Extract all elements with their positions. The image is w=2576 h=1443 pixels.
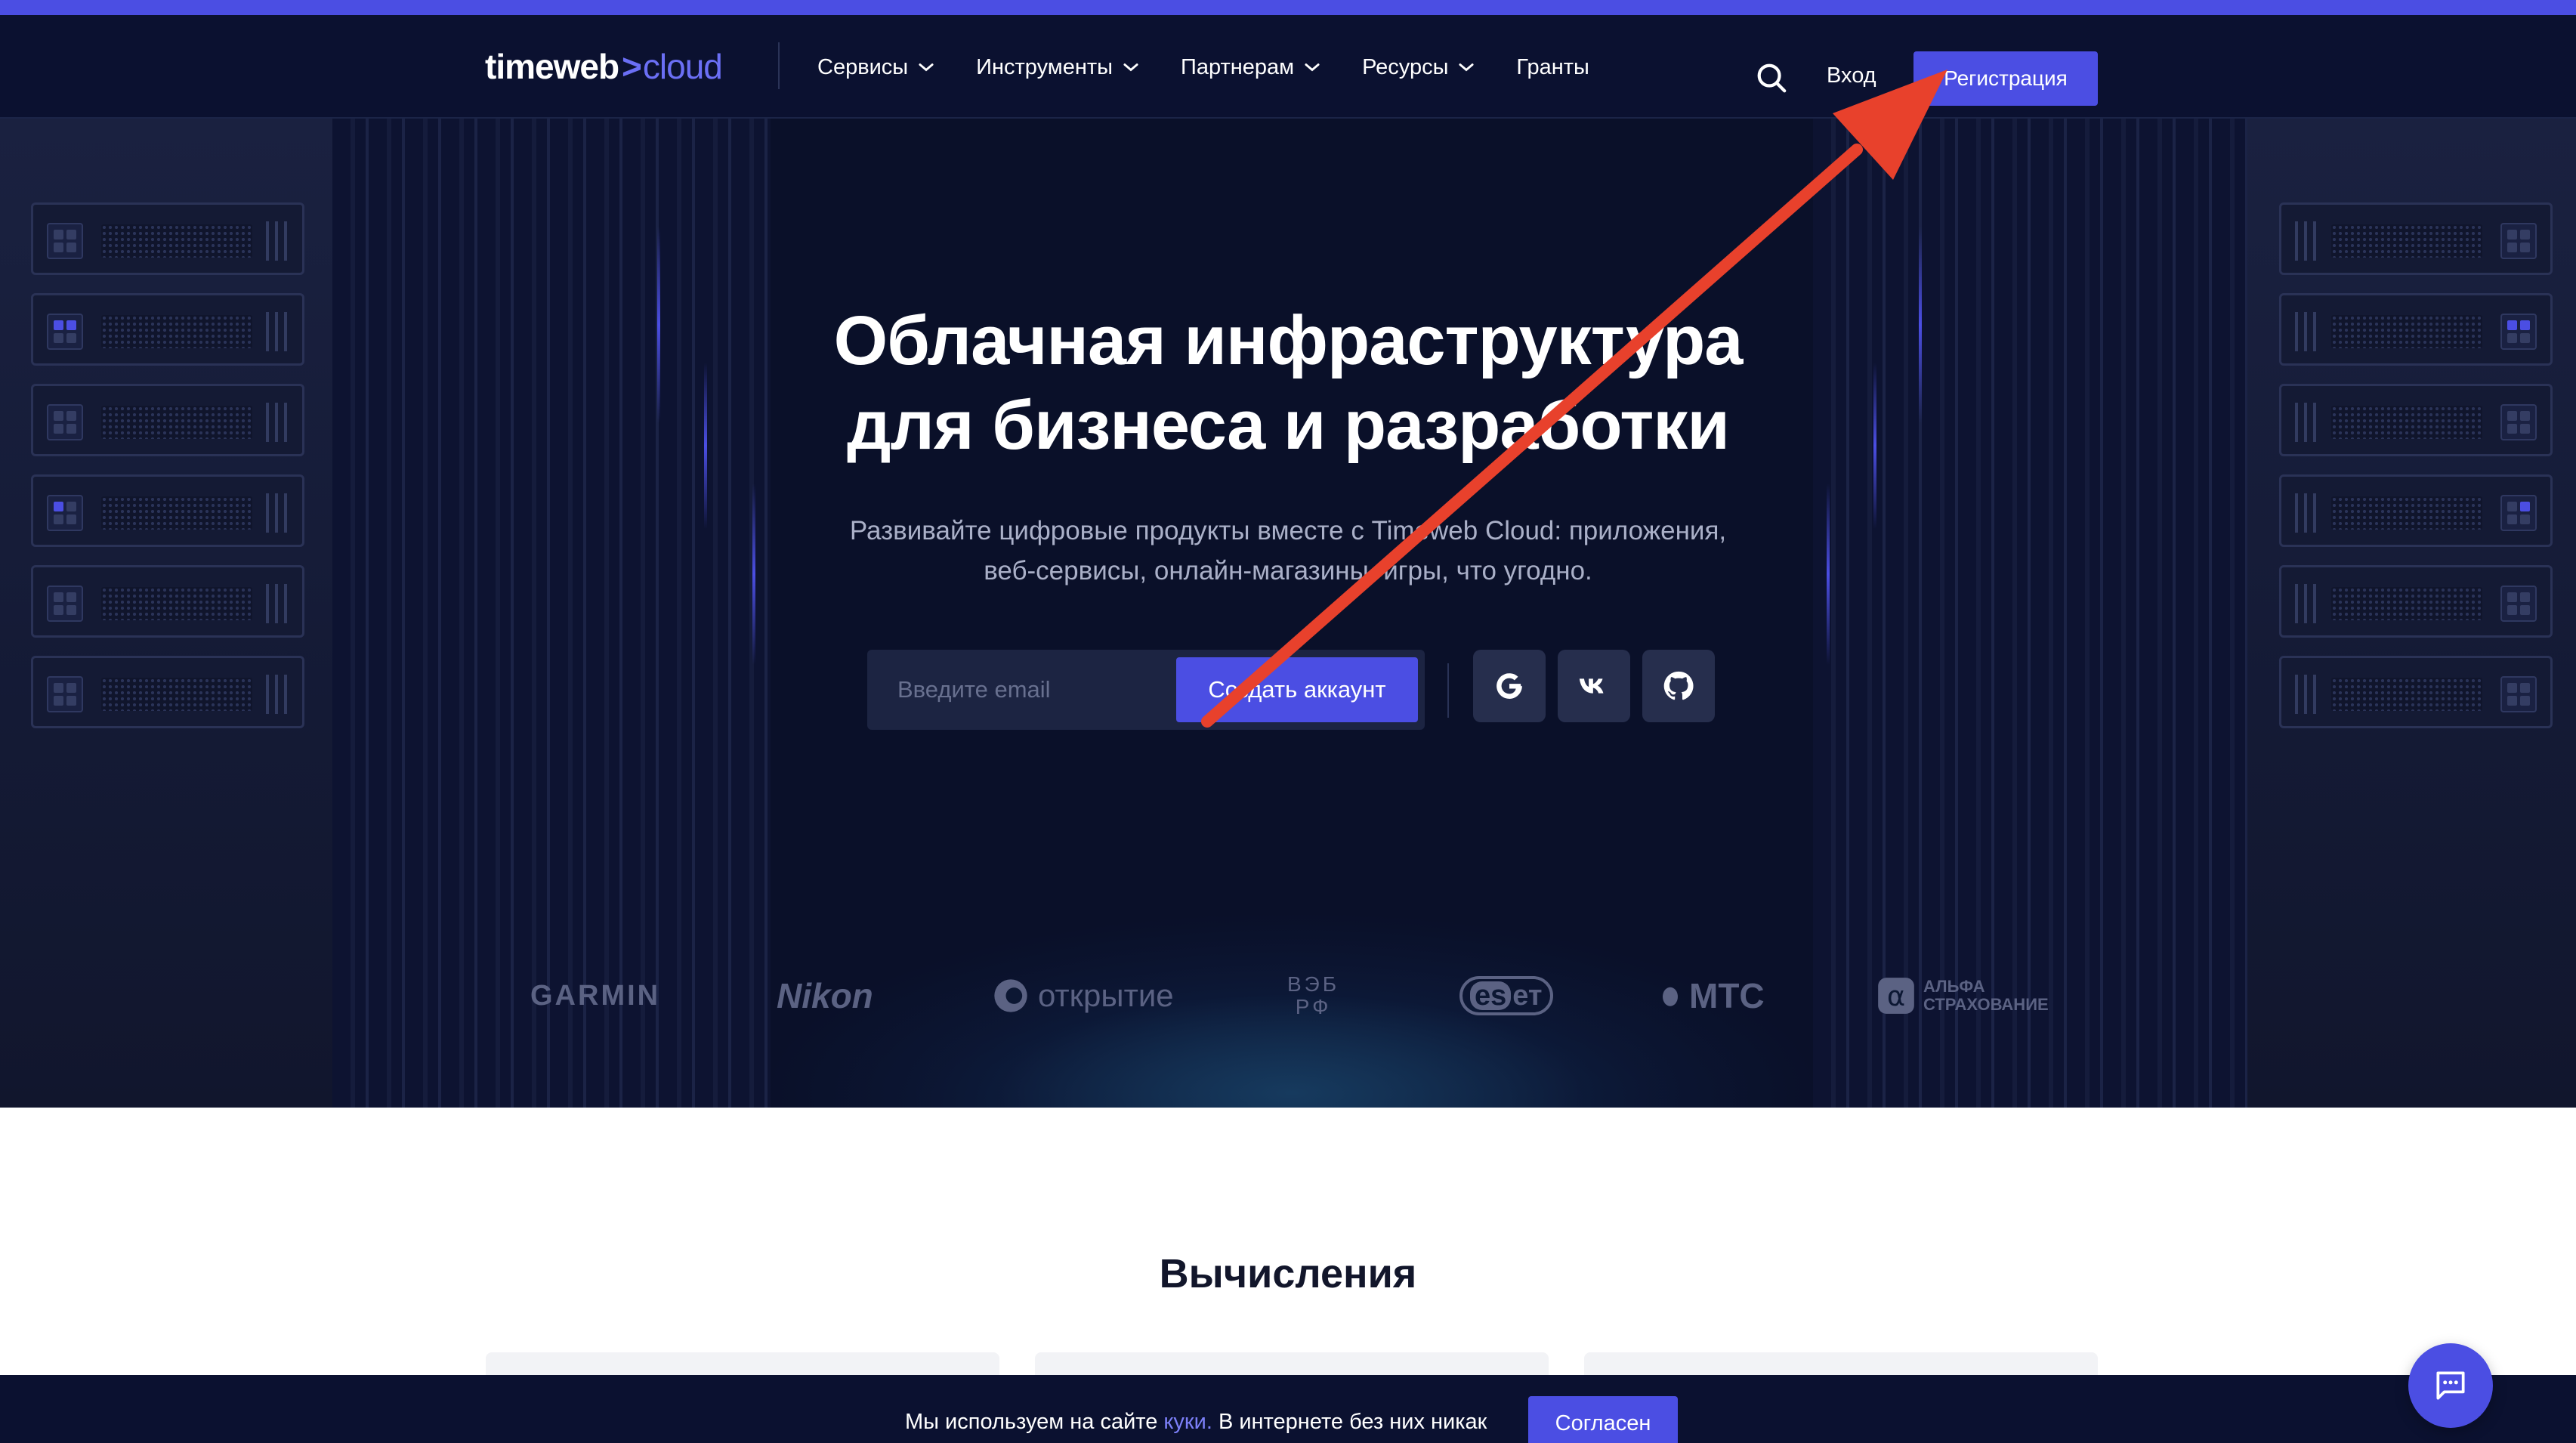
partner-name: МТС (1689, 976, 1765, 1015)
server-unit (31, 384, 304, 456)
cookie-text-part: Мы используем на сайте (905, 1410, 1164, 1434)
form-separator (1447, 663, 1449, 718)
chevron-down-icon (1305, 63, 1320, 72)
server-unit (2279, 202, 2553, 275)
menu-item-grants[interactable]: Гранты (1516, 48, 1589, 86)
server-unit (2279, 474, 2553, 547)
google-icon (1496, 673, 1522, 699)
server-unit (2279, 293, 2553, 366)
server-unit (2279, 384, 2553, 456)
rack-columns-left (332, 119, 771, 1108)
partner-name: ет (1512, 979, 1543, 1012)
menu-item-label: Гранты (1516, 54, 1589, 79)
partner-logos: GARMIN Nikon открытие ВЭБ РФ es ет МТС α… (0, 966, 2576, 1026)
partner-name: открытие (1038, 978, 1174, 1013)
menu-item-tools[interactable]: Инструменты (976, 48, 1141, 86)
partner-name: Nikon (777, 976, 873, 1015)
partner-name: АЛЬФА (1923, 977, 1985, 996)
menu-item-partners[interactable]: Партнерам (1181, 48, 1323, 86)
server-unit (31, 293, 304, 366)
menu-item-resources[interactable]: Ресурсы (1362, 48, 1477, 86)
github-icon (1663, 671, 1694, 700)
chevron-down-icon (1459, 63, 1474, 72)
hero-section: timeweb > cloud Сервисы Инструменты Парт… (0, 15, 2576, 1108)
server-unit (31, 474, 304, 547)
vk-icon (1579, 678, 1604, 694)
menu-item-label: Сервисы (817, 54, 909, 79)
partner-name: ВЭБ (1287, 972, 1340, 996)
partner-logo-otkrytie: открытие (991, 966, 1174, 1026)
partner-logo-mts: МТС (1659, 966, 1765, 1026)
top-navigation: timeweb > cloud Сервисы Инструменты Парт… (0, 15, 2576, 119)
cookie-text: Мы используем на сайте куки. В интернете… (905, 1410, 1487, 1435)
menu-item-label: Инструменты (976, 54, 1113, 79)
login-link[interactable]: Вход (1827, 63, 1876, 88)
menu-item-label: Ресурсы (1362, 54, 1449, 79)
hero-title: Облачная инфраструктура для бизнеса и ра… (684, 298, 1892, 468)
server-unit (31, 202, 304, 275)
rack-columns-right (1813, 119, 2247, 1108)
chevron-down-icon (1123, 63, 1138, 72)
partner-logo-alfa: α АЛЬФА СТРАХОВАНИЕ (1876, 966, 2049, 1026)
google-login-button[interactable] (1473, 650, 1546, 722)
search-icon[interactable] (1754, 60, 1789, 95)
rack-light (657, 227, 660, 423)
register-button[interactable]: Регистрация (1913, 51, 2098, 106)
menu-item-label: Партнерам (1180, 54, 1295, 79)
partner-logo-nikon: Nikon (777, 966, 873, 1026)
partner-name: es (1470, 981, 1512, 1010)
partner-logo-veb-rf: ВЭБ РФ (1287, 966, 1339, 1026)
cookie-agree-button[interactable]: Согласен (1528, 1396, 1678, 1443)
section-title-compute: Вычисления (1159, 1251, 1417, 1296)
partner-name: РФ (1295, 995, 1332, 1018)
server-unit (31, 656, 304, 728)
hero-subtitle: Развивайте цифровые продукты вместе с Ti… (684, 511, 1892, 591)
partner-logo-garmin: GARMIN (530, 966, 660, 1026)
hero-subtitle-line-2: веб-сервисы, онлайн-магазины, игры, что … (984, 556, 1592, 586)
logo-caret: > (622, 47, 642, 86)
github-login-button[interactable] (1642, 650, 1715, 722)
server-unit (2279, 656, 2553, 728)
email-input[interactable] (879, 659, 1166, 721)
partner-name: СТРАХОВАНИЕ (1923, 995, 2049, 1014)
hero-subtitle-line-1: Развивайте цифровые продукты вместе с Ti… (849, 516, 1727, 545)
hero-title-line-2: для бизнеса и разработки (847, 387, 1730, 464)
chat-icon (2436, 1371, 2465, 1400)
svg-text:α: α (1887, 980, 1905, 1012)
server-unit (31, 565, 304, 638)
chat-button[interactable] (2408, 1343, 2493, 1428)
hero-title-line-1: Облачная инфраструктура (833, 302, 1744, 379)
nav-divider (778, 42, 780, 89)
timeweb-cloud-logo[interactable]: timeweb > cloud (485, 44, 723, 89)
logo-text-cloud: cloud (642, 47, 723, 86)
chevron-down-icon (919, 63, 934, 72)
alfa-icon: α (1878, 978, 1914, 1014)
otkrytie-icon (994, 979, 1027, 1012)
logo-text-main: timeweb (485, 47, 619, 86)
rack-light (1919, 227, 1922, 423)
menu-item-services[interactable]: Сервисы (817, 48, 937, 86)
cookie-link[interactable]: куки. (1163, 1410, 1212, 1434)
top-accent-stripe (0, 0, 2576, 15)
hero-center-background (771, 119, 1813, 1108)
egg-icon (1663, 987, 1678, 1006)
partner-logo-eset: es ет (1459, 976, 1553, 1015)
partner-name: GARMIN (530, 979, 661, 1012)
create-account-button[interactable]: Создать аккаунт (1176, 657, 1418, 722)
main-menu: Сервисы Инструменты Партнерам Ресурсы Гр… (817, 48, 1589, 86)
cookie-text-part: В интернете без них никак (1212, 1410, 1487, 1434)
server-unit (2279, 565, 2553, 638)
vk-login-button[interactable] (1558, 650, 1630, 722)
